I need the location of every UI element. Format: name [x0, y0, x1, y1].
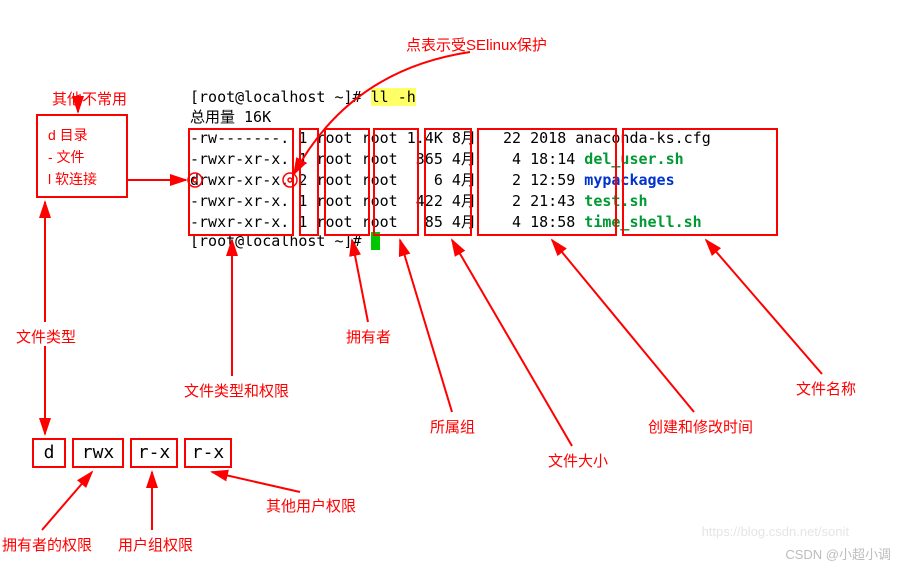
perm-box-d: d — [32, 438, 66, 468]
col-box-group — [373, 128, 419, 236]
legend-l: l 软连接 — [48, 168, 116, 190]
col-box-date — [477, 128, 617, 236]
label-type-perm: 文件类型和权限 — [184, 380, 289, 401]
col-box-name — [622, 128, 778, 236]
uncommon-legend-box: d 目录 - 文件 l 软连接 — [36, 114, 128, 198]
selinux-note: 点表示受SElinux保护 — [406, 34, 547, 55]
legend-dash: - 文件 — [48, 146, 116, 168]
legend-d: d 目录 — [48, 124, 116, 146]
col-box-perm — [188, 128, 294, 236]
label-mtime: 创建和修改时间 — [648, 416, 753, 437]
label-owner: 拥有者 — [346, 326, 391, 347]
col-box-size — [424, 128, 472, 236]
annotation-arrows — [0, 0, 909, 577]
col-box-owner — [324, 128, 370, 236]
label-owner-perm: 拥有者的权限 — [2, 534, 92, 555]
col-box-links — [299, 128, 319, 236]
label-name: 文件名称 — [796, 378, 856, 399]
uncommon-title: 其他不常用 — [52, 88, 127, 109]
label-size: 文件大小 — [548, 450, 608, 471]
label-group: 所属组 — [430, 416, 475, 437]
label-group-perm: 用户组权限 — [118, 534, 193, 555]
label-filetype: 文件类型 — [16, 326, 76, 347]
perm-box-rx1: r-x — [130, 438, 178, 468]
perm-box-rx2: r-x — [184, 438, 232, 468]
perm-box-rwx: rwx — [72, 438, 124, 468]
watermark: https://blog.csdn.net/sonit — [702, 524, 849, 539]
label-other-perm: 其他用户权限 — [266, 495, 356, 516]
credit: CSDN @小超小调 — [785, 544, 891, 563]
